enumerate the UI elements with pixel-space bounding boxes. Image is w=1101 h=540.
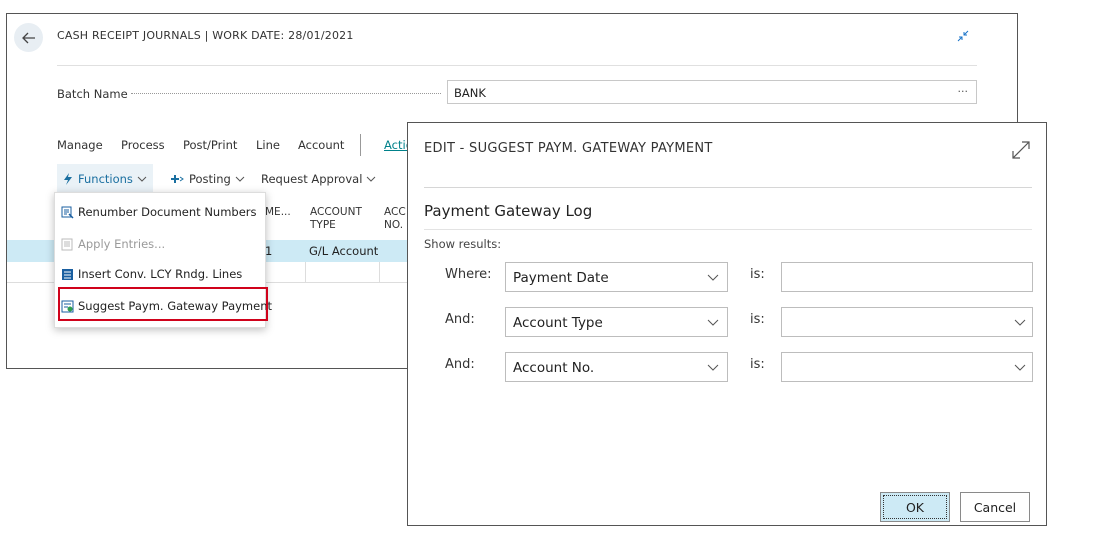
suggest-payment-dialog: EDIT - SUGGEST PAYM. GATEWAY PAYMENT Pay… [407, 122, 1047, 526]
chevron-down-icon [707, 274, 719, 281]
row-account-type-cell[interactable]: G/L Account [309, 244, 378, 258]
filter-is-label: is: [750, 357, 765, 372]
column-header-account-type[interactable]: ACCOUNT TYPE [310, 206, 362, 232]
action-post-print[interactable]: Post/Print [183, 138, 237, 152]
cell-divider [305, 262, 306, 282]
column-header-account-no[interactable]: ACC NO. [384, 206, 406, 232]
column-header-account-type-line2: TYPE [310, 219, 336, 231]
expand-icon[interactable] [1010, 139, 1032, 161]
sub-action-bar: Functions Posting Request Approval [57, 164, 387, 194]
posting-label: Posting [189, 172, 231, 186]
column-header-account-no-line1: ACC [384, 206, 406, 218]
menu-item-renumber-document-numbers[interactable]: Renumber Document Numbers [61, 201, 257, 223]
functions-label: Functions [78, 172, 133, 186]
action-manage[interactable]: Manage [57, 138, 103, 152]
filter-is-label: is: [750, 267, 765, 282]
cancel-button[interactable]: Cancel [960, 492, 1030, 522]
chevron-down-icon [1014, 364, 1026, 371]
column-header-account-type-line1: ACCOUNT [310, 206, 362, 218]
filter-connector-and: And: [445, 357, 475, 372]
chevron-down-icon [707, 319, 719, 326]
filter-value-input[interactable] [781, 262, 1033, 292]
request-approval-label: Request Approval [261, 172, 363, 186]
chevron-down-icon [235, 176, 245, 182]
chevron-down-icon [137, 176, 147, 182]
filter-field-select[interactable]: Account Type [505, 307, 728, 337]
chevron-down-icon [367, 176, 376, 182]
menu-item-label: Apply Entries... [78, 237, 166, 251]
action-process[interactable]: Process [121, 138, 165, 152]
collapse-icon[interactable] [955, 28, 971, 44]
menu-item-insert-conv-lcy-rndg-lines[interactable]: Insert Conv. LCY Rndg. Lines [61, 263, 242, 285]
apply-entries-icon [61, 238, 73, 250]
dialog-divider [424, 187, 1032, 188]
section-title: Payment Gateway Log [424, 202, 593, 220]
show-results-label: Show results: [424, 237, 502, 251]
batch-name-field[interactable]: BANK ··· [447, 80, 977, 104]
cancel-label: Cancel [973, 499, 1017, 515]
page-title: CASH RECEIPT JOURNALS | WORK DATE: 28/01… [57, 29, 354, 42]
renumber-icon [61, 206, 74, 219]
action-line[interactable]: Line [256, 138, 280, 152]
back-arrow-icon [21, 32, 35, 43]
filter-connector-where: Where: [445, 267, 492, 282]
chevron-down-icon [707, 364, 719, 371]
action-account[interactable]: Account [298, 138, 344, 152]
batch-name-label: Batch Name [57, 87, 128, 101]
focus-ring [883, 495, 947, 519]
filter-field-value: Account Type [513, 315, 603, 331]
batch-lookup-button[interactable]: ··· [958, 85, 969, 98]
action-separator [360, 134, 361, 156]
menu-item-label: Renumber Document Numbers [78, 205, 257, 219]
batch-name-leader [131, 93, 441, 94]
dialog-title: EDIT - SUGGEST PAYM. GATEWAY PAYMENT [424, 141, 713, 156]
back-button[interactable] [14, 23, 43, 52]
section-divider [424, 229, 1032, 230]
filter-is-label: is: [750, 312, 765, 327]
cell-divider [379, 262, 380, 282]
posting-icon [171, 174, 184, 183]
filter-field-select[interactable]: Payment Date [505, 262, 728, 292]
column-header-account-no-line2: NO. [384, 219, 404, 231]
request-approval-menu-button[interactable]: Request Approval [261, 164, 376, 194]
filter-value-select[interactable] [781, 352, 1033, 382]
insert-lines-icon [62, 268, 73, 280]
filter-field-value: Account No. [513, 360, 595, 376]
menu-item-apply-entries[interactable]: Apply Entries... [61, 233, 165, 255]
posting-menu-button[interactable]: Posting [171, 164, 245, 194]
highlight-box [58, 287, 268, 321]
filter-field-value: Payment Date [513, 270, 609, 286]
chevron-down-icon [1014, 319, 1026, 326]
batch-name-value: BANK [454, 86, 486, 100]
lightning-icon [64, 173, 72, 185]
row-name-cell: 1 [265, 244, 273, 258]
functions-menu-button[interactable]: Functions [57, 164, 153, 194]
filter-field-select[interactable]: Account No. [505, 352, 728, 382]
ok-button[interactable]: OK [880, 492, 950, 522]
menu-item-label: Insert Conv. LCY Rndg. Lines [78, 267, 243, 281]
filter-connector-and: And: [445, 312, 475, 327]
header-divider [57, 65, 977, 66]
filter-value-select[interactable] [781, 307, 1033, 337]
column-header-name[interactable]: ME... [265, 206, 291, 219]
